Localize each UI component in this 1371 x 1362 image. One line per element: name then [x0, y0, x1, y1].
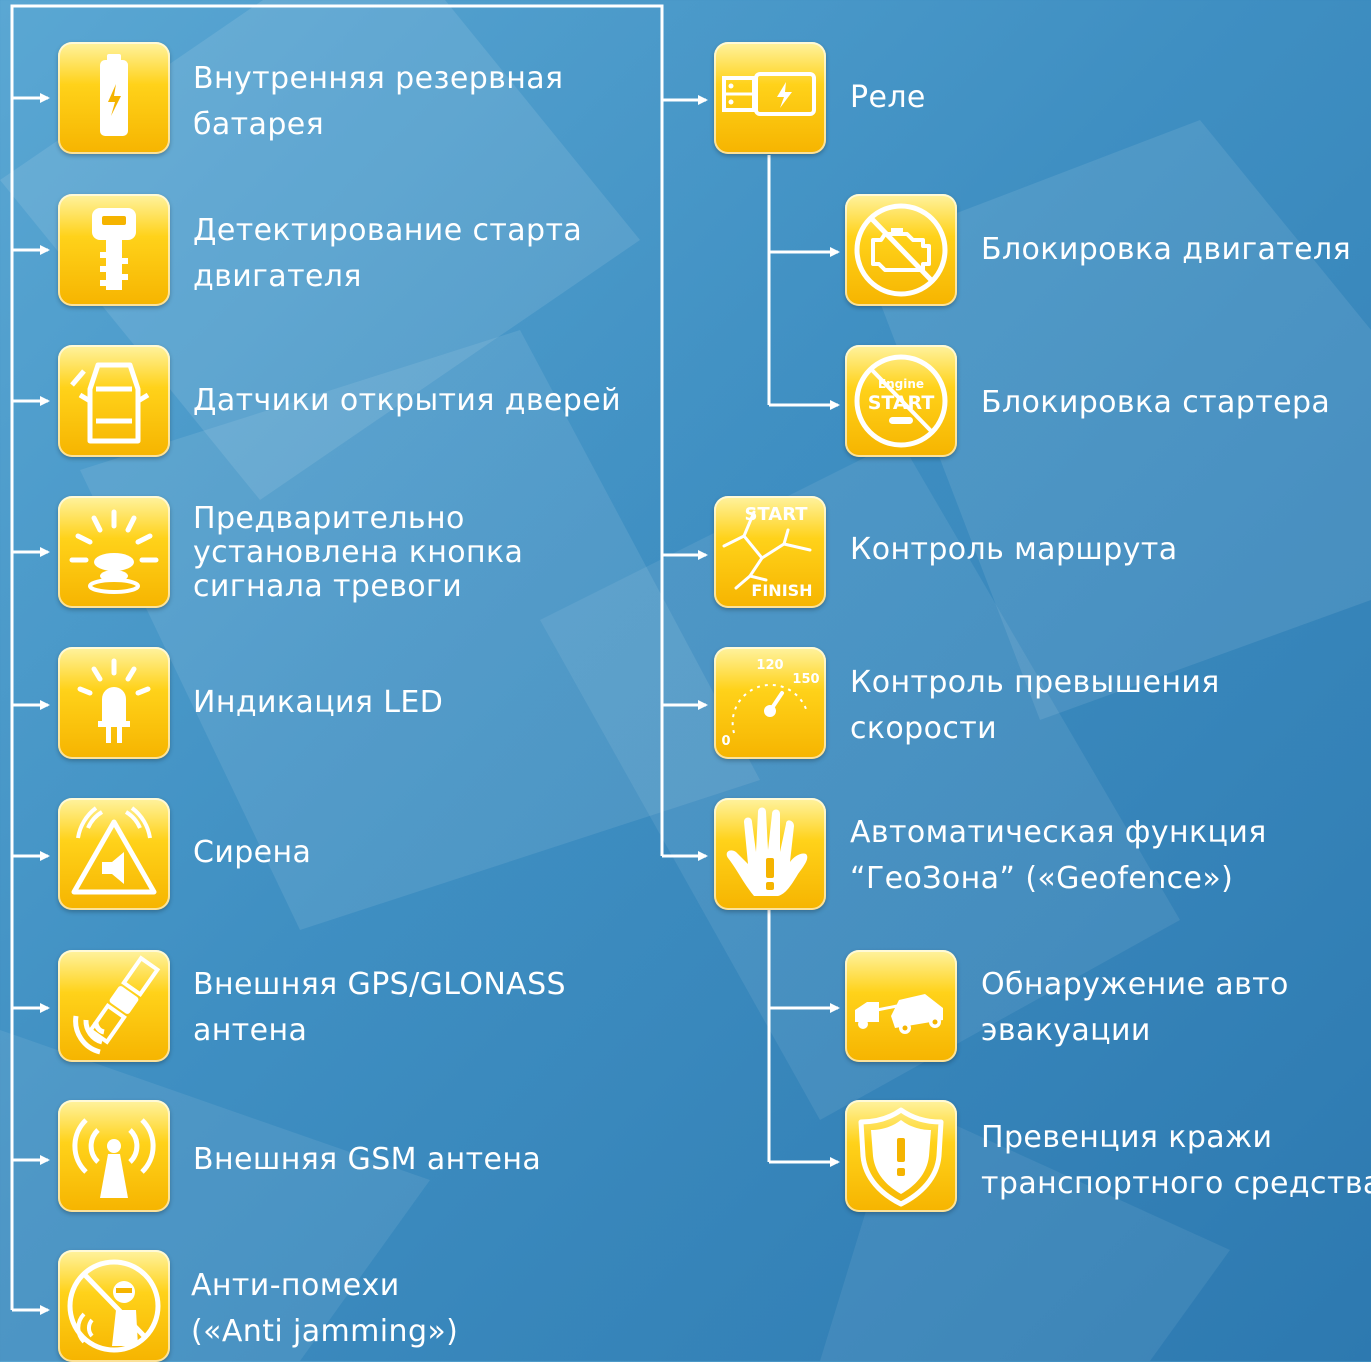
gsm-tile [58, 1100, 170, 1212]
battery-icon [100, 54, 128, 136]
panic-button-icon [69, 509, 159, 594]
anti-jamming-tile [58, 1250, 170, 1362]
label-siren: Сирена [193, 835, 312, 870]
tow-tile [845, 950, 957, 1062]
panic-tile [58, 496, 170, 608]
relay-tile [714, 42, 826, 154]
led-tile [58, 647, 170, 759]
svg-text:START: START [868, 392, 935, 414]
led-icon [77, 658, 151, 743]
siren-icon [71, 806, 157, 895]
engine-block-tile [845, 194, 957, 306]
key-tile [58, 194, 170, 306]
speed-tile: 120 150 0 [714, 647, 826, 759]
battery-tile [58, 42, 170, 154]
svg-text:150: 150 [792, 672, 819, 687]
tow-truck-icon [855, 994, 943, 1034]
gsm-antenna-icon [72, 1118, 156, 1198]
label-engine-start: Детектирование старта двигателя [193, 213, 583, 294]
hand-icon [726, 807, 808, 896]
label-route: Контроль маршрута [850, 532, 1178, 567]
starter-block-tile: Engine START [845, 345, 957, 457]
label-starter-block: Блокировка стартера [981, 385, 1331, 420]
label-theft-prevention: Превенция кражи транспортного средства [981, 1120, 1371, 1201]
satellite-icon [73, 955, 161, 1055]
shield-tile [845, 1100, 957, 1212]
starter-block-icon: Engine START [854, 354, 948, 448]
label-tow-detection: Обнаружение авто эвакуации [981, 967, 1289, 1048]
car-door-icon [70, 362, 150, 444]
key-icon [92, 208, 136, 290]
svg-text:FINISH: FINISH [751, 581, 812, 600]
label-gps-antenna: Внешняя GPS/GLONASS антена [193, 967, 566, 1048]
label-panic-button: Предварительно установлена кнопка сигнала … [193, 501, 524, 604]
label-engine-block: Блокировка двигателя [981, 232, 1352, 267]
route-icon: START FINISH [722, 504, 813, 600]
engine-block-icon [854, 203, 948, 297]
svg-text:120: 120 [756, 658, 783, 673]
satellite-tile [58, 950, 170, 1062]
label-geofence: Автоматическая функция “ГеоЗона” («Geofen… [850, 815, 1267, 896]
route-tile: START FINISH [714, 496, 826, 608]
siren-tile [58, 798, 170, 910]
anti-jamming-icon [67, 1259, 161, 1353]
label-doors: Датчики открытия дверей [193, 383, 621, 418]
label-battery: Внутренняя резервная батарея [193, 61, 564, 142]
svg-text:0: 0 [721, 734, 730, 749]
shield-icon [858, 1107, 944, 1207]
geofence-tile [714, 798, 826, 910]
label-led: Индикация LED [193, 685, 444, 720]
label-speed-control: Контроль превышения скорости [850, 665, 1220, 746]
label-anti-jamming: Анти-помехи («Anti jamming») [191, 1268, 459, 1349]
relay-icon [722, 72, 816, 116]
label-relay: Реле [850, 80, 926, 115]
speedometer-icon: 120 150 0 [721, 658, 819, 749]
label-gsm-antenna: Внешняя GSM антена [193, 1142, 542, 1177]
door-tile [58, 345, 170, 457]
